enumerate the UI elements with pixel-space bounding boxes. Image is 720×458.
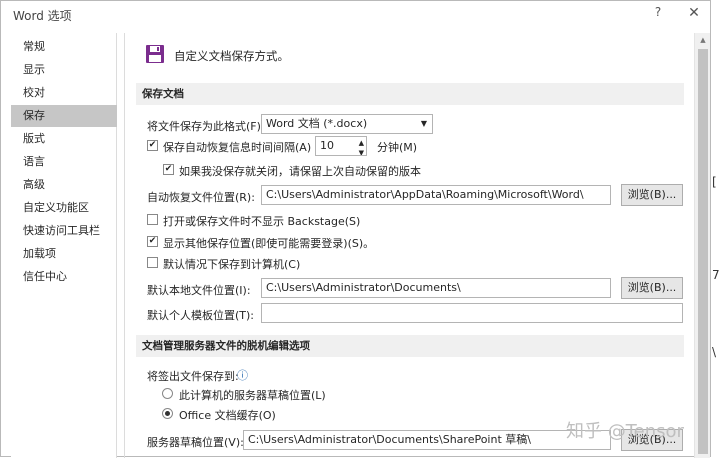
chevron-down-icon: ▼ <box>420 119 427 128</box>
nav-item[interactable]: 保存 <box>11 105 117 127</box>
autorecover-path-field[interactable]: C:\Users\Administrator\AppData\Roaming\M… <box>261 185 611 205</box>
nav-item[interactable]: 校对 <box>11 82 117 104</box>
drafts-path-label: 服务器草稿位置(V): <box>147 436 244 449</box>
local-path-field[interactable]: C:\Users\Administrator\Documents\ <box>261 278 611 298</box>
nav-item[interactable]: 高级 <box>11 174 117 196</box>
options-nav: 常规 显示 校对 保存 版式 语言 高级 自定义功能区 快速访问工具栏 加载项 信任中心 <box>11 33 117 458</box>
format-select[interactable]: Word 文档 (*.docx) ▼ <box>261 114 433 134</box>
local-path-browse-button[interactable]: 浏览(B)... <box>621 277 683 299</box>
title-bar[interactable]: Word 选项 ? ✕ <box>1 1 710 29</box>
autorecover-browse-button[interactable]: 浏览(B)... <box>621 184 683 206</box>
bg-glyph: \ <box>712 345 717 359</box>
office-cache-radio-label: Office 文档缓存(O) <box>179 409 276 422</box>
nav-item[interactable]: 语言 <box>11 151 117 173</box>
nav-item[interactable]: 常规 <box>11 36 117 58</box>
local-path-label: 默认本地文件位置(I): <box>147 284 251 297</box>
save-to-computer-label: 默认情况下保存到计算机(C) <box>163 258 301 271</box>
save-to-computer-checkbox[interactable] <box>147 257 158 268</box>
show-other-locations-label: 显示其他保存位置(即使可能需要登录)(S)。 <box>163 237 375 250</box>
watermark: 知乎 @Tensor <box>566 421 684 442</box>
minutes-label: 分钟(M) <box>377 141 418 154</box>
keep-last-version-checkbox[interactable]: ✔ <box>163 164 174 175</box>
bg-glyph: [ <box>712 175 717 189</box>
vertical-scrollbar[interactable]: ▲ <box>694 33 710 458</box>
header-text: 自定义文档保存方式。 <box>174 49 289 63</box>
info-icon[interactable]: ⓘ <box>237 367 248 383</box>
nav-item[interactable]: 显示 <box>11 59 117 81</box>
no-backstage-checkbox[interactable] <box>147 214 158 225</box>
close-button[interactable]: ✕ <box>685 5 703 23</box>
server-drafts-radio[interactable] <box>162 388 173 399</box>
background-app-right: [ 7 \ <box>710 0 720 457</box>
autorecover-minutes-value: 10 <box>320 139 334 152</box>
template-path-label: 默认个人模板位置(T): <box>147 309 255 322</box>
spin-down-icon[interactable]: ▼ <box>359 144 364 155</box>
nav-item[interactable]: 信任中心 <box>11 266 117 288</box>
nav-item[interactable]: 加载项 <box>11 243 117 265</box>
autorecover-minutes-stepper[interactable]: 10 ▲ ▼ <box>315 136 367 156</box>
scroll-thumb[interactable] <box>698 49 708 454</box>
scroll-up-icon[interactable]: ▲ <box>695 35 711 45</box>
autorecover-label: 保存自动恢复信息时间间隔(A) <box>163 141 312 154</box>
format-value: Word 文档 (*.docx) <box>266 117 368 130</box>
section-save-documents: 保存文档 <box>136 83 684 105</box>
autorecover-checkbox[interactable]: ✔ <box>147 140 158 151</box>
nav-item[interactable]: 快速访问工具栏 <box>11 220 117 242</box>
office-cache-radio[interactable] <box>162 408 173 419</box>
keep-last-version-label: 如果我没保存就关闭，请保留上次自动保留的版本 <box>179 165 421 178</box>
section-offline-editing: 文档管理服务器文件的脱机编辑选项 <box>136 335 684 357</box>
show-other-locations-checkbox[interactable]: ✔ <box>147 236 158 247</box>
server-drafts-radio-label: 此计算机的服务器草稿位置(L) <box>179 389 326 402</box>
drafts-path-field[interactable]: C:\Users\Administrator\Documents\SharePo… <box>243 430 611 450</box>
autorecover-path-label: 自动恢复文件位置(R): <box>147 191 255 204</box>
template-path-field[interactable] <box>261 303 683 323</box>
word-options-dialog: Word 选项 ? ✕ 常规 显示 校对 保存 版式 语言 高级 自定义功能区 快速访问工具栏加… <box>0 0 711 458</box>
format-label: 将文件保存为此格式(F): <box>147 120 265 133</box>
nav-item[interactable]: 版式 <box>11 128 117 150</box>
save-options-panel: 自定义文档保存方式。 保存文档 将文件保存为此格式(F): Word 文档 (*… <box>124 33 694 458</box>
bg-glyph: 7 <box>712 268 720 282</box>
nav-item[interactable]: 自定义功能区 <box>11 197 117 219</box>
save-to-label: 将签出文件保存到: <box>147 370 239 383</box>
no-backstage-label: 打开或保存文件时不显示 Backstage(S) <box>163 215 361 228</box>
dialog-title: Word 选项 <box>13 9 72 23</box>
help-button[interactable]: ? <box>649 5 667 23</box>
save-disk-icon <box>146 45 164 63</box>
